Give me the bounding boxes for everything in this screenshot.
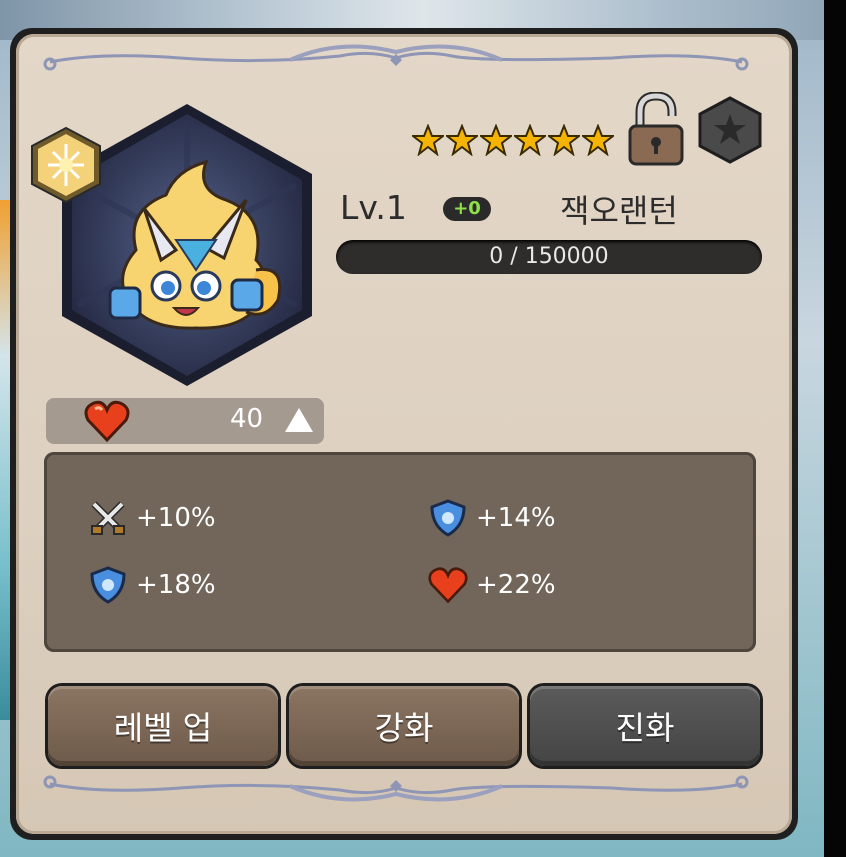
- enhance-badge: +0: [443, 197, 491, 221]
- unit-name: 잭오랜턴: [560, 192, 678, 230]
- star-badge-icon[interactable]: [696, 96, 764, 164]
- ornament-top: [43, 44, 749, 71]
- stat-value: +18%: [136, 570, 216, 600]
- heart-icon: [428, 567, 468, 604]
- exp-bar: 0 / 150000: [336, 240, 762, 274]
- evolve-button[interactable]: 진화: [530, 686, 760, 766]
- star-icon: [446, 124, 478, 156]
- attribute-emblem-icon: [31, 126, 101, 204]
- enhance-button[interactable]: 강화: [289, 686, 519, 766]
- stat-attack: +10%: [88, 498, 216, 538]
- stat-hp: +22%: [428, 565, 556, 605]
- star-icon: [480, 124, 512, 156]
- unlock-icon[interactable]: [626, 92, 686, 168]
- stat-defense: +14%: [428, 498, 556, 538]
- stat-defense-2: +18%: [88, 565, 216, 605]
- stat-value: +14%: [476, 503, 556, 533]
- level-up-label: 레벨 업: [113, 709, 213, 747]
- hp-value: 40: [230, 404, 264, 434]
- exp-text: 0 / 150000: [489, 244, 609, 269]
- shield-icon: [430, 499, 466, 537]
- background-edge: [824, 0, 846, 857]
- stat-value: +22%: [476, 570, 556, 600]
- rarity-stars: [412, 124, 614, 158]
- star-icon: [514, 124, 546, 156]
- evolve-label: 진화: [615, 709, 675, 747]
- level-label: Lv.1: [340, 188, 407, 227]
- stats-panel: [44, 452, 756, 652]
- crossed-swords-icon: [91, 501, 125, 535]
- star-icon: [548, 124, 580, 156]
- ornament-bottom: [43, 775, 749, 802]
- level-up-button[interactable]: 레벨 업: [48, 686, 278, 766]
- star-icon: [412, 124, 444, 156]
- star-icon: [582, 124, 614, 156]
- stat-value: +10%: [136, 503, 216, 533]
- heart-icon: [84, 400, 130, 442]
- triangle-up-icon[interactable]: [284, 406, 314, 434]
- shield-icon: [90, 566, 126, 604]
- enhance-label: 강화: [374, 709, 434, 747]
